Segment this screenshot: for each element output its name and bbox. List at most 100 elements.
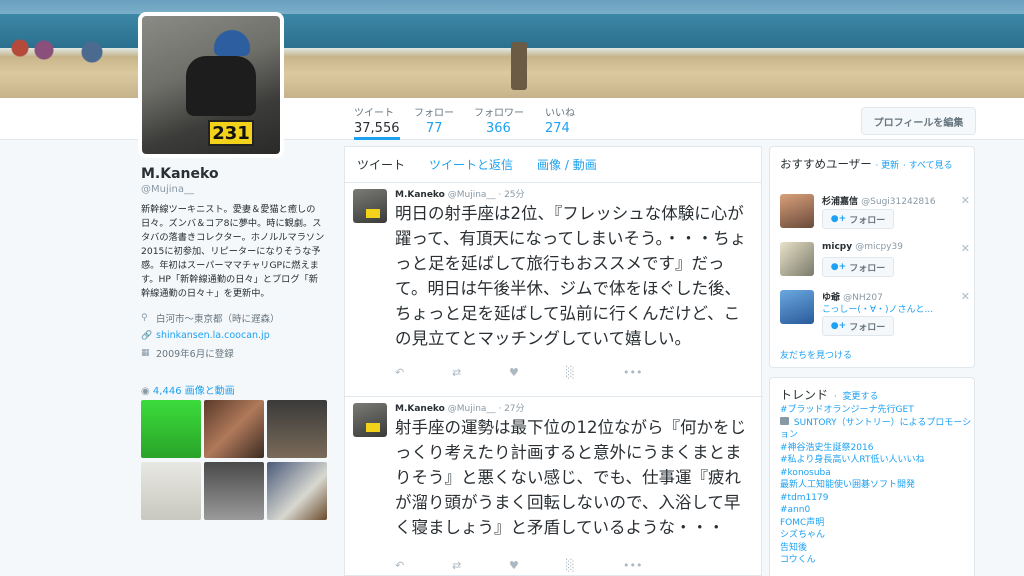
- reply-icon[interactable]: ↶: [395, 366, 452, 379]
- trend-item[interactable]: #私より身長高い人RT低い人いいね: [780, 454, 972, 467]
- trend-item[interactable]: #konosuba: [780, 467, 972, 480]
- trend-item[interactable]: 告知後: [780, 542, 972, 555]
- tweet[interactable]: M.Kaneko @Mujina__ · 27分 射手座の運勢は最下位の12位な…: [345, 397, 763, 576]
- stat-likes[interactable]: いいね 274: [545, 104, 575, 136]
- stat-value: 366: [486, 121, 511, 136]
- trends-header: トレンド · 変更する: [780, 386, 879, 403]
- tab-tweets[interactable]: ツイート: [357, 156, 405, 173]
- refresh-link[interactable]: 更新: [881, 161, 899, 171]
- tweet-separator: ·: [498, 404, 502, 414]
- add-user-icon: ●+: [830, 321, 847, 331]
- analytics-icon[interactable]: ░: [566, 366, 623, 379]
- user-avatar[interactable]: [780, 290, 814, 324]
- tab-tweets-replies[interactable]: ツイートと返信: [429, 156, 513, 173]
- avatar-rider: [186, 56, 256, 116]
- media-count: 4,446 画像と動画: [152, 386, 235, 397]
- tweet-text: 明日の射手座は2位、『フレッシュな体験に心が躍って、有頂天になってしまいそう。・…: [395, 204, 747, 348]
- tweet-actions: ↶ ⇄ ♥ ░ •••: [395, 559, 680, 572]
- tweet-actions: ↶ ⇄ ♥ ░ •••: [395, 366, 680, 379]
- trend-item[interactable]: #ann0: [780, 504, 972, 517]
- tab-media[interactable]: 画像 / 動画: [537, 156, 597, 173]
- trend-item[interactable]: シズちゃん: [780, 529, 972, 542]
- tweet-time[interactable]: 27分: [504, 404, 524, 414]
- reply-icon[interactable]: ↶: [395, 559, 452, 572]
- user-name: micpy: [822, 242, 853, 252]
- avatar-helmet: [214, 30, 250, 56]
- profile-url[interactable]: shinkansen.la.coocan.jp: [156, 330, 270, 341]
- analytics-icon[interactable]: ░: [566, 559, 623, 572]
- stat-value: 37,556: [354, 121, 400, 136]
- close-icon[interactable]: ✕: [961, 194, 970, 207]
- media-thumb[interactable]: [267, 462, 327, 520]
- user-context[interactable]: こっしー(・∀・)ノさんと...: [822, 302, 933, 315]
- user-avatar[interactable]: [780, 242, 814, 276]
- profile-bio: 新幹線ツーキニスト。愛妻＆愛猫と癒しの日々。ズンバ＆コア8に夢中。時に観劇。スタ…: [141, 204, 325, 299]
- media-link[interactable]: ◉ 4,446 画像と動画: [141, 382, 235, 397]
- change-trends-link[interactable]: 変更する: [843, 392, 879, 402]
- media-thumb[interactable]: [204, 400, 264, 458]
- profile-name[interactable]: M.Kaneko: [141, 166, 331, 182]
- user-handle: @micpy39: [855, 242, 903, 252]
- stat-label: フォロー: [414, 108, 454, 119]
- profile-card: M.Kaneko @Mujina__ 新幹線ツーキニスト。愛妻＆愛猫と癒しの日々…: [141, 166, 331, 360]
- stat-following[interactable]: フォロー 77: [414, 104, 454, 136]
- tweet-author-handle[interactable]: @Mujina__: [448, 404, 496, 414]
- stat-value: 77: [426, 121, 443, 136]
- user-avatar[interactable]: [780, 194, 814, 228]
- edit-profile-button[interactable]: プロフィールを編集: [861, 107, 976, 135]
- trend-item[interactable]: #tdm1179: [780, 492, 972, 505]
- tweet-header: M.Kaneko @Mujina__ · 25分: [395, 187, 525, 200]
- close-icon[interactable]: ✕: [961, 290, 970, 303]
- retweet-icon[interactable]: ⇄: [452, 559, 509, 572]
- user-name-row[interactable]: 杉浦嘉信 @Sugi31242816: [822, 194, 936, 207]
- tweet-avatar[interactable]: [353, 189, 387, 223]
- more-icon[interactable]: •••: [623, 366, 680, 379]
- tweet-author-name[interactable]: M.Kaneko: [395, 190, 445, 200]
- stat-label: いいね: [545, 108, 575, 119]
- follow-label: フォロー: [849, 322, 886, 333]
- follow-button[interactable]: ●+ フォロー: [822, 209, 894, 229]
- close-icon[interactable]: ✕: [961, 242, 970, 255]
- stat-tweets[interactable]: ツイート 37,556: [354, 104, 400, 140]
- tweet-time[interactable]: 25分: [504, 190, 524, 200]
- stat-followers[interactable]: フォロワー 366: [474, 104, 524, 136]
- trend-item[interactable]: #ブラッドオランジーナ先行GET: [780, 404, 972, 417]
- tweet-author-name[interactable]: M.Kaneko: [395, 404, 445, 414]
- user-handle: @Sugi31242816: [861, 197, 936, 207]
- media-thumb[interactable]: [267, 400, 327, 458]
- profile-handle[interactable]: @Mujina__: [141, 184, 331, 195]
- find-friends-link[interactable]: 友だちを見つける: [780, 348, 852, 361]
- tweet-author-handle[interactable]: @Mujina__: [448, 190, 496, 200]
- media-thumb[interactable]: [204, 462, 264, 520]
- media-thumb[interactable]: [141, 462, 201, 520]
- timeline: ツイート ツイートと返信 画像 / 動画 M.Kaneko @Mujina__ …: [344, 146, 763, 576]
- media-thumb[interactable]: [141, 400, 201, 458]
- tweet-avatar[interactable]: [353, 403, 387, 437]
- follow-button[interactable]: ●+ フォロー: [822, 316, 894, 336]
- avatar-number-plate: 231: [208, 120, 254, 146]
- tweet-header: M.Kaneko @Mujina__ · 27分: [395, 401, 525, 414]
- follow-button[interactable]: ●+ フォロー: [822, 257, 894, 277]
- suggested-user: 杉浦嘉信 @Sugi31242816 ✕ ●+ フォロー: [780, 194, 970, 238]
- separator: ·: [833, 392, 837, 402]
- view-all-link[interactable]: すべて見る: [909, 161, 953, 171]
- calendar-icon: ▦: [141, 348, 150, 358]
- tweet-text: 射手座の運勢は最下位の12位ながら『何かをじっくり考えたり計画すると意外にうまく…: [395, 418, 746, 537]
- profile-avatar[interactable]: 231: [138, 12, 284, 158]
- tweet[interactable]: M.Kaneko @Mujina__ · 25分 明日の射手座は2位、『フレッシ…: [345, 183, 763, 397]
- trend-promoted[interactable]: SUNTORY（サントリー）によるプロモーション: [780, 416, 972, 442]
- heart-icon[interactable]: ♥: [509, 366, 566, 379]
- stat-value: 274: [545, 121, 570, 136]
- trend-item[interactable]: FOMC声明: [780, 517, 972, 530]
- trend-item[interactable]: コウくん: [780, 554, 972, 567]
- banner-post: [511, 42, 527, 90]
- more-icon[interactable]: •••: [623, 559, 680, 572]
- heart-icon[interactable]: ♥: [509, 559, 566, 572]
- trend-item[interactable]: #神谷浩史生誕祭2016: [780, 442, 972, 455]
- trend-item[interactable]: 最新人工知能使い囲碁ソフト開発: [780, 479, 972, 492]
- follow-label: フォロー: [849, 263, 886, 274]
- user-name-row[interactable]: micpy @micpy39: [822, 242, 903, 252]
- tweet-separator: ·: [498, 190, 502, 200]
- retweet-icon[interactable]: ⇄: [452, 366, 509, 379]
- who-to-follow-title: おすすめユーザー: [780, 157, 872, 171]
